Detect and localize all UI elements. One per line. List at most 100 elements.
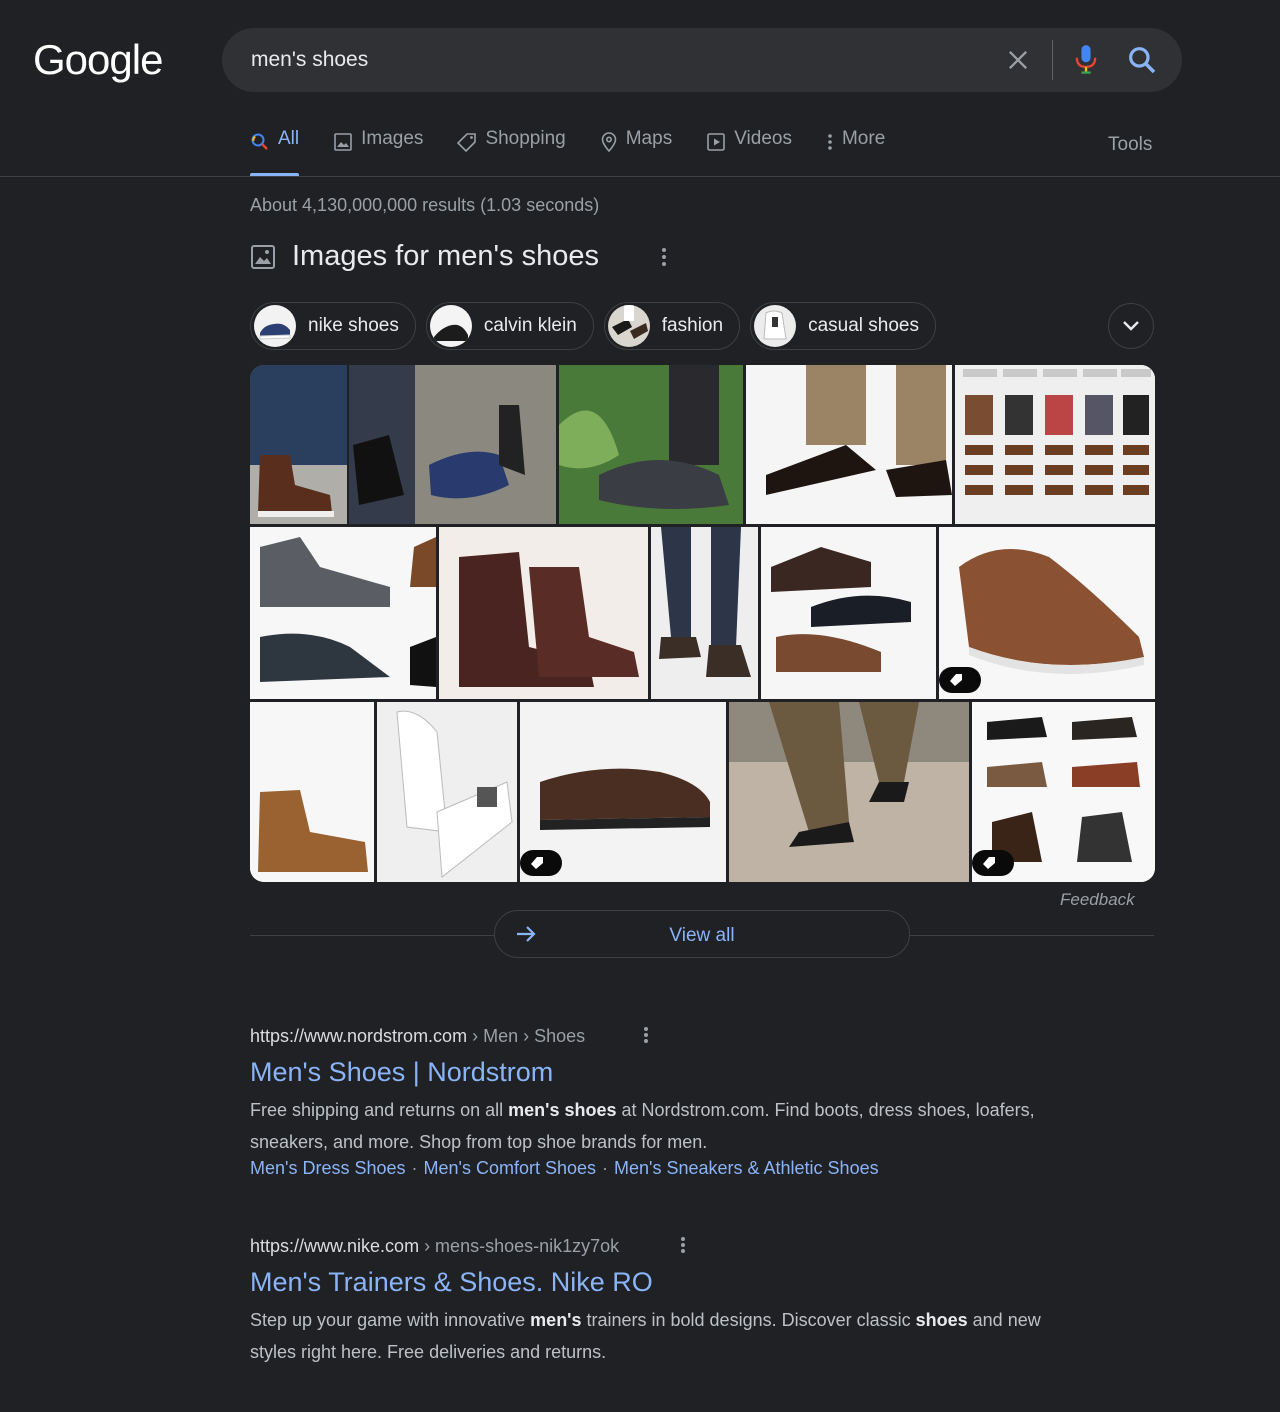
- image-result[interactable]: [761, 527, 936, 699]
- result-title[interactable]: Men's Shoes | Nordstrom: [250, 1057, 1080, 1088]
- play-icon: [707, 133, 726, 151]
- chip-fashion[interactable]: fashion: [603, 302, 741, 350]
- view-all-label: View all: [669, 925, 735, 946]
- image-result[interactable]: [729, 702, 969, 882]
- product-tag: [939, 667, 981, 693]
- chip-label: nike shoes: [308, 315, 399, 336]
- images-section-header: Images for men's shoes: [250, 240, 666, 273]
- chip-calvin-klein[interactable]: calvin klein: [425, 302, 594, 350]
- chip-thumbnail: [254, 305, 296, 347]
- tag-icon: [983, 857, 995, 869]
- snippet-text: trainers in bold designs. Discover class…: [581, 1310, 916, 1330]
- tab-videos[interactable]: Videos: [706, 128, 792, 176]
- sitelink-separator: ·: [602, 1158, 609, 1178]
- image-result[interactable]: [349, 365, 556, 524]
- snippet-highlight: men's: [530, 1310, 582, 1330]
- sitelink[interactable]: Men's Sneakers & Athletic Shoes: [614, 1158, 879, 1178]
- search-divider: [1052, 40, 1053, 80]
- image-result[interactable]: [955, 365, 1155, 524]
- result-domain: https://www.nike.com: [250, 1236, 420, 1256]
- tab-label: Videos: [734, 128, 792, 149]
- result-sitelinks: Men's Dress Shoes · Men's Comfort Shoes · Me…: [250, 1158, 1080, 1179]
- image-result[interactable]: [939, 527, 1155, 699]
- image-result[interactable]: [520, 702, 726, 882]
- image-result[interactable]: [651, 527, 758, 699]
- result-domain: https://www.nordstrom.com: [250, 1026, 468, 1046]
- snippet-highlight: men's shoes: [508, 1100, 617, 1120]
- result-title[interactable]: Men's Trainers & Shoes. Nike RO: [250, 1267, 1080, 1298]
- tabs-divider: [0, 176, 1280, 177]
- image-icon: [251, 244, 275, 269]
- image-result[interactable]: [439, 527, 648, 699]
- tag-icon: [531, 857, 543, 869]
- snippet-text: Step up your game with innovative: [250, 1310, 531, 1330]
- image-result[interactable]: [250, 365, 347, 524]
- pin-icon: [601, 132, 617, 152]
- tab-label: More: [841, 128, 886, 149]
- result-url[interactable]: https://www.nike.com › mens-shoes-nik1zy…: [250, 1236, 1080, 1257]
- tab-images[interactable]: Images: [333, 128, 423, 176]
- result-stats: About 4,130,000,000 results (1.03 second…: [250, 195, 600, 215]
- image-grid: [250, 365, 1155, 882]
- image-icon: [334, 133, 352, 151]
- tab-label: Shopping: [485, 128, 566, 149]
- snippet-highlight: shoes: [915, 1310, 968, 1330]
- tab-label: Maps: [625, 128, 673, 149]
- more-vert-icon[interactable]: [660, 246, 668, 268]
- view-all-button[interactable]: View all: [494, 910, 910, 958]
- mic-icon[interactable]: [1072, 44, 1100, 76]
- search-tabs: All Images Shopping Maps Videos More: [250, 128, 919, 176]
- search-query[interactable]: men's shoes: [251, 48, 368, 72]
- result-snippet: Free shipping and returns on all men's s…: [250, 1094, 1080, 1158]
- tab-label: All: [278, 128, 300, 149]
- image-result[interactable]: [972, 702, 1155, 882]
- chip-label: fashion: [661, 315, 724, 336]
- feedback-link[interactable]: Feedback: [1060, 890, 1135, 910]
- image-result[interactable]: [377, 702, 517, 882]
- more-vert-icon: [828, 134, 832, 150]
- chip-casual-shoes[interactable]: casual shoes: [750, 302, 936, 350]
- chip-nike-shoes[interactable]: nike shoes: [250, 302, 416, 350]
- sitelink[interactable]: Men's Comfort Shoes: [424, 1158, 597, 1178]
- search-result: https://www.nordstrom.com › Men › Shoes …: [250, 1026, 1080, 1179]
- sitelink[interactable]: Men's Dress Shoes: [250, 1158, 406, 1178]
- image-refinement-chips: nike shoes calvin klein fashion casual s…: [250, 302, 946, 350]
- chevron-down-icon: [1123, 321, 1139, 331]
- close-icon[interactable]: [1004, 46, 1032, 74]
- view-all-rule-right: [910, 935, 1154, 936]
- chip-thumbnail: [754, 305, 797, 347]
- tab-label: Images: [361, 128, 424, 149]
- result-path: › mens-shoes-nik1zy7ok: [419, 1236, 620, 1256]
- more-vert-icon[interactable]: [642, 1024, 650, 1046]
- product-tag: [972, 850, 1014, 876]
- search-box[interactable]: men's shoes: [222, 28, 1182, 92]
- view-all-rule-left: [250, 935, 494, 936]
- tools-button[interactable]: Tools: [1108, 134, 1152, 156]
- image-result[interactable]: [559, 365, 743, 524]
- product-tag: [520, 850, 562, 876]
- search-icon[interactable]: [1126, 44, 1158, 76]
- chip-thumbnail: [607, 305, 650, 347]
- image-result[interactable]: [746, 365, 952, 524]
- tab-more[interactable]: More: [826, 128, 885, 176]
- chip-thumbnail: [429, 305, 472, 347]
- search-result: https://www.nike.com › mens-shoes-nik1zy…: [250, 1236, 1080, 1368]
- tag-icon: [457, 133, 477, 152]
- more-vert-icon[interactable]: [679, 1234, 687, 1256]
- tab-maps[interactable]: Maps: [600, 128, 672, 176]
- tag-icon: [950, 674, 962, 686]
- tab-all[interactable]: All: [250, 128, 300, 176]
- image-result[interactable]: [250, 702, 374, 882]
- image-result[interactable]: [250, 527, 436, 699]
- sitelink-separator: ·: [411, 1158, 418, 1178]
- expand-chips-button[interactable]: [1108, 303, 1154, 349]
- result-url[interactable]: https://www.nordstrom.com › Men › Shoes: [250, 1026, 1080, 1047]
- result-snippet: Step up your game with innovative men's …: [250, 1304, 1080, 1368]
- chip-label: casual shoes: [808, 315, 919, 336]
- snippet-text: Free shipping and returns on all: [250, 1100, 509, 1120]
- tab-shopping[interactable]: Shopping: [457, 128, 566, 176]
- images-section-title[interactable]: Images for men's shoes: [292, 240, 599, 273]
- google-logo[interactable]: Google: [33, 36, 163, 84]
- search-icon: [251, 133, 268, 150]
- result-path: › Men › Shoes: [467, 1026, 586, 1046]
